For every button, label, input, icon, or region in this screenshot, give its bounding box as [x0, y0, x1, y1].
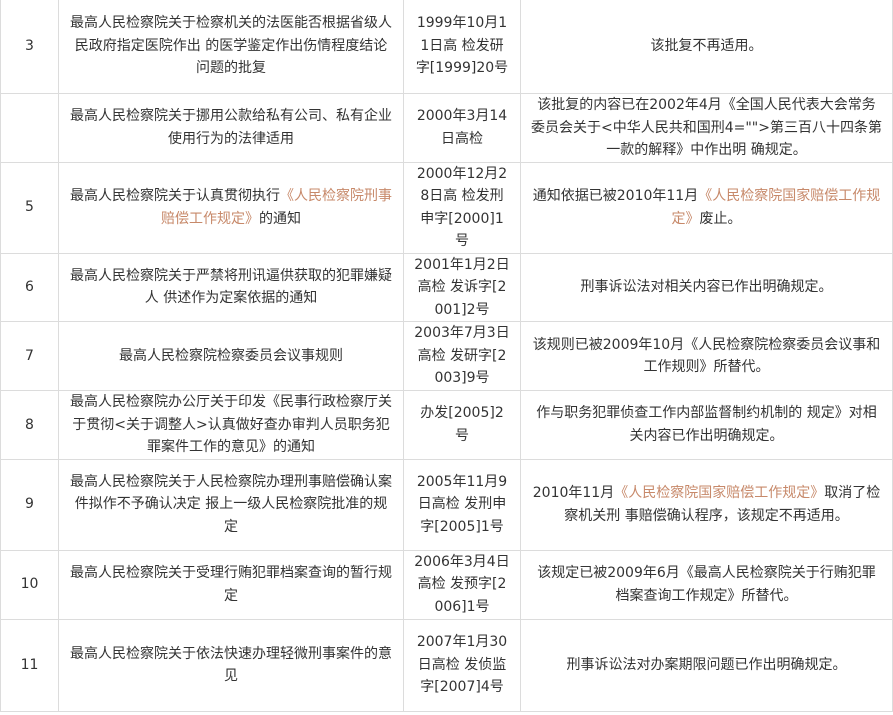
note-text: 废止。: [699, 210, 742, 227]
table-row: 8 最高人民检察院办公厅关于印发《民事行政检察厅关于贯彻<关于调整人>认真做好查…: [0, 390, 893, 460]
document-title: 最高人民检察院办公厅关于印发《民事行政检察厅关于贯彻<关于调整人>认真做好查办审…: [58, 390, 404, 460]
status-note: 2010年11月《人民检察院国家赔偿工作规定》取消了检察机关刑 事赔偿确认程序，…: [520, 458, 893, 551]
document-title: 最高人民检察院关于认真贯彻执行《人民检察院刑事赔偿工作规定》的通知: [58, 161, 404, 254]
document-title: 最高人民检察院检察委员会议事规则: [58, 321, 404, 391]
note-text: 该批复的内容已在2002年4月《全国人民代表大会常务委员会关于<中华人民共和国刑…: [531, 97, 882, 158]
document-number: 2006年3月4日高检 发预字[2006]1号: [403, 549, 521, 620]
row-number: 5: [0, 161, 59, 254]
status-note: 该规定已被2009年6月《最高人民检察院关于行贿犯罪档案查询工作规定》所替代。: [520, 549, 893, 620]
note-text: 2010年11月: [532, 485, 615, 501]
table-row: 9 最高人民检察院关于人民检察院办理刑事赔偿确认案件拟作不予确认决定 报上一级人…: [0, 458, 893, 551]
status-note: 该规则已被2009年10月《人民检察院检察委员会议事和工作规则》所替代。: [520, 321, 893, 391]
status-note: 作与职务犯罪侦查工作内部监督制约机制的 规定》对相关内容已作出明确规定。: [520, 390, 893, 460]
note-text: 该批复不再适用。: [650, 37, 763, 54]
document-title: 最高人民检察院关于严禁将刑讯逼供获取的犯罪嫌疑人 供述作为定案依据的通知: [58, 252, 404, 322]
note-text: 该规则已被2009年10月《人民检察院检察委员会议事和工作规则》所替代。: [532, 336, 881, 376]
row-number: 11: [0, 618, 59, 712]
row-number: 3: [0, 0, 59, 94]
document-number: 2000年12月28日高 检发刑申字[2000]1号: [403, 161, 521, 254]
note-text: 的通知: [259, 210, 301, 227]
note-text: 刑事诉讼法对办案期限问题已作出明确规定。: [566, 656, 847, 673]
document-number: 2005年11月9日高检 发刑申字[2005]1号: [403, 458, 521, 551]
table-row: 最高人民检察院关于挪用公款给私有公司、私有企业使用行为的法律适用 2000年3月…: [0, 93, 893, 163]
document-title: 最高人民检察院关于检察机关的法医能否根据省级人民政府指定医院作出 的医学鉴定作出…: [58, 0, 404, 94]
table-row: 3 最高人民检察院关于检察机关的法医能否根据省级人民政府指定医院作出 的医学鉴定…: [0, 0, 893, 94]
table-row: 11 最高人民检察院关于依法快速办理轻微刑事案件的意见 2007年1月30日高检…: [0, 618, 893, 712]
status-note: 刑事诉讼法对相关内容已作出明确规定。: [520, 252, 893, 322]
regulations-table: 3 最高人民检察院关于检察机关的法医能否根据省级人民政府指定医院作出 的医学鉴定…: [0, 0, 893, 712]
document-number: 2000年3月14日高检: [403, 93, 521, 163]
status-note: 该批复不再适用。: [520, 0, 893, 94]
document-title: 最高人民检察院关于受理行贿犯罪档案查询的暂行规定: [58, 549, 404, 620]
row-number: 10: [0, 549, 59, 620]
note-text: 该规定已被2009年6月《最高人民检察院关于行贿犯罪档案查询工作规定》所替代。: [537, 565, 876, 604]
table-row: 10 最高人民检察院关于受理行贿犯罪档案查询的暂行规定 2006年3月4日高检 …: [0, 549, 893, 620]
row-number: 7: [0, 321, 59, 391]
status-note: 刑事诉讼法对办案期限问题已作出明确规定。: [520, 618, 893, 712]
document-number: 2001年1月2日高检 发诉字[2001]2号: [403, 252, 521, 322]
status-note: 通知依据已被2010年11月《人民检察院国家赔偿工作规定》废止。: [520, 161, 893, 254]
document-title: 最高人民检察院关于人民检察院办理刑事赔偿确认案件拟作不予确认决定 报上一级人民检…: [58, 458, 404, 551]
table-row: 6 最高人民检察院关于严禁将刑讯逼供获取的犯罪嫌疑人 供述作为定案依据的通知 2…: [0, 252, 893, 322]
document-number: 2007年1月30日高检 发侦监字[2007]4号: [403, 618, 521, 712]
document-number: 2003年7月3日高检 发研字[2003]9号: [403, 321, 521, 391]
document-number: 1999年10月11日高 检发研字[1999]20号: [403, 0, 521, 94]
document-title: 最高人民检察院关于依法快速办理轻微刑事案件的意见: [58, 618, 404, 712]
table-row: 7 最高人民检察院检察委员会议事规则 2003年7月3日高检 发研字[2003]…: [0, 321, 893, 391]
row-number: [0, 93, 59, 163]
note-text: 刑事诉讼法对相关内容已作出明确规定。: [580, 279, 833, 295]
regulation-link[interactable]: 《人民检察院国家赔偿工作规定》: [614, 485, 824, 501]
status-note: 该批复的内容已在2002年4月《全国人民代表大会常务委员会关于<中华人民共和国刑…: [520, 93, 893, 163]
row-number: 9: [0, 458, 59, 551]
note-text: 通知依据已被2010年11月: [532, 188, 699, 204]
table-row: 5 最高人民检察院关于认真贯彻执行《人民检察院刑事赔偿工作规定》的通知 2000…: [0, 161, 893, 254]
document-number: 办发[2005]2号: [403, 390, 521, 460]
row-number: 6: [0, 252, 59, 322]
row-number: 8: [0, 390, 59, 460]
note-text: 作与职务犯罪侦查工作内部监督制约机制的 规定》对相关内容已作出明确规定。: [536, 405, 877, 444]
note-text: 最高人民检察院关于认真贯彻执行: [70, 188, 280, 204]
document-title: 最高人民检察院关于挪用公款给私有公司、私有企业使用行为的法律适用: [58, 93, 404, 163]
